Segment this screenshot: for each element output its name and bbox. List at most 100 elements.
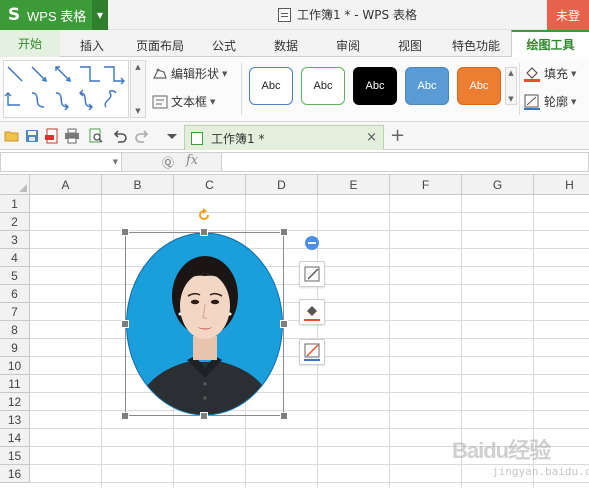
formula-input[interactable] (221, 152, 589, 172)
column-header-g[interactable]: G (462, 175, 534, 195)
tab-special-features[interactable]: 特色功能 (446, 34, 506, 57)
gallery-scroll[interactable]: ▲ ▼ (130, 60, 146, 118)
close-icon[interactable]: × (366, 130, 377, 145)
outline-pen-icon (524, 94, 540, 110)
document-tab-label: 工作簿1 * (211, 131, 265, 146)
float-outline-button[interactable] (299, 339, 325, 365)
edit-shape-icon (304, 266, 320, 282)
tab-formulas[interactable]: 公式 (202, 34, 246, 57)
column-header-e[interactable]: E (318, 175, 390, 195)
new-tab-button[interactable]: + (390, 125, 405, 146)
tab-data[interactable]: 数据 (264, 34, 308, 57)
export-pdf-icon[interactable] (44, 128, 60, 144)
fill-button[interactable]: 填充 ▼ (523, 65, 576, 82)
login-button[interactable]: 未登 (547, 0, 589, 30)
row-header[interactable]: 1 (0, 195, 30, 213)
tab-review[interactable]: 审阅 (326, 34, 370, 57)
row-header[interactable]: 5 (0, 267, 30, 285)
style-gallery-scroll[interactable]: ▲ ▼ (505, 67, 517, 105)
resize-handle-top-right[interactable] (280, 228, 288, 236)
window-title: 工作簿1 * - WPS 表格 (278, 6, 417, 23)
window-title-text: 工作簿1 * - WPS 表格 (297, 8, 417, 22)
resize-handle-bottom-right[interactable] (280, 412, 288, 420)
scroll-down-icon[interactable]: ▼ (508, 95, 513, 103)
shape-style-4[interactable]: Abc (405, 67, 449, 105)
shape-style-2[interactable]: Abc (301, 67, 345, 105)
resize-handle-right[interactable] (280, 320, 288, 328)
watermark-subtext: jingyan.baidu.com (492, 465, 589, 478)
shape-style-5[interactable]: Abc (457, 67, 501, 105)
tab-view[interactable]: 视图 (388, 34, 432, 57)
column-header-c[interactable]: C (174, 175, 246, 195)
row-header[interactable]: 4 (0, 249, 30, 267)
shape-style-1[interactable]: Abc (249, 67, 293, 105)
column-header-f[interactable]: F (390, 175, 462, 195)
column-header-d[interactable]: D (246, 175, 318, 195)
zoom-icon[interactable]: Ⓠ (162, 154, 176, 170)
fx-icon[interactable]: fx (186, 153, 198, 168)
row-header[interactable]: 10 (0, 357, 30, 375)
row-header[interactable]: 12 (0, 393, 30, 411)
outline-pen-icon (304, 343, 320, 361)
paint-bucket-icon (524, 66, 540, 82)
text-box-button[interactable]: 文本框 ▼ (152, 93, 215, 110)
formula-bar: ▼ Ⓠ fx (0, 150, 589, 175)
selection-frame (125, 232, 284, 416)
chevron-down-icon: ▼ (571, 97, 577, 106)
line-shape-gallery[interactable] (3, 60, 129, 118)
chevron-down-icon: ▼ (571, 69, 577, 78)
customize-toolbar-icon[interactable] (164, 128, 180, 144)
document-tab[interactable]: 工作簿1 * × (184, 125, 384, 150)
row-header[interactable]: 2 (0, 213, 30, 231)
resize-handle-bottom-left[interactable] (121, 412, 129, 420)
row-header[interactable]: 13 (0, 411, 30, 429)
print-preview-icon[interactable] (88, 128, 104, 144)
row-header[interactable]: 6 (0, 285, 30, 303)
app-menu-dropdown-icon[interactable]: ▼ (92, 0, 108, 30)
edit-shape-button[interactable]: 编辑形状 ▼ (152, 65, 227, 82)
resize-handle-bottom[interactable] (200, 412, 208, 420)
row-header[interactable]: 16 (0, 465, 30, 483)
float-edit-shape-button[interactable] (299, 261, 325, 287)
tab-drawing-tools[interactable]: 绘图工具 (511, 30, 589, 57)
scroll-down-icon[interactable]: ▼ (135, 107, 140, 115)
tab-insert[interactable]: 插入 (70, 34, 114, 57)
column-header-h[interactable]: H (534, 175, 589, 195)
resize-handle-top-left[interactable] (121, 228, 129, 236)
paint-bucket-icon (304, 306, 320, 321)
outline-button[interactable]: 轮廓 ▼ (523, 93, 576, 110)
open-folder-icon[interactable] (4, 128, 20, 144)
name-box[interactable]: ▼ (0, 152, 122, 172)
select-all-corner[interactable] (0, 175, 30, 195)
resize-handle-top[interactable] (200, 228, 208, 236)
scroll-up-icon[interactable]: ▲ (508, 69, 513, 77)
spreadsheet-icon (191, 131, 203, 145)
quick-access-toolbar: 工作簿1 * × + (0, 122, 589, 150)
baidu-watermark: Baidu经验 jingyan.baidu.com (452, 425, 589, 485)
row-header[interactable]: 15 (0, 447, 30, 465)
row-header[interactable]: 7 (0, 303, 30, 321)
edit-shape-label: 编辑形状 (171, 67, 220, 81)
watermark-text: Baidu经验 (452, 438, 551, 463)
redo-icon[interactable] (134, 128, 150, 144)
row-header[interactable]: 14 (0, 429, 30, 447)
shape-style-3[interactable]: Abc (353, 67, 397, 105)
row-header[interactable]: 8 (0, 321, 30, 339)
column-header-a[interactable]: A (30, 175, 102, 195)
rotate-handle-icon[interactable] (197, 208, 211, 222)
document-icon (278, 7, 291, 22)
row-header[interactable]: 9 (0, 339, 30, 357)
chevron-down-icon[interactable]: ▼ (113, 158, 118, 166)
tab-home[interactable]: 开始 (0, 30, 60, 57)
print-icon[interactable] (64, 128, 80, 144)
save-icon[interactable] (24, 128, 40, 144)
column-header-b[interactable]: B (102, 175, 174, 195)
row-header[interactable]: 3 (0, 231, 30, 249)
collapse-float-toolbar-button[interactable] (305, 236, 319, 250)
undo-icon[interactable] (112, 128, 128, 144)
row-header[interactable]: 11 (0, 375, 30, 393)
scroll-up-icon[interactable]: ▲ (135, 63, 140, 71)
float-fill-button[interactable] (299, 299, 325, 325)
tab-page-layout[interactable]: 页面布局 (130, 34, 190, 57)
resize-handle-left[interactable] (121, 320, 129, 328)
